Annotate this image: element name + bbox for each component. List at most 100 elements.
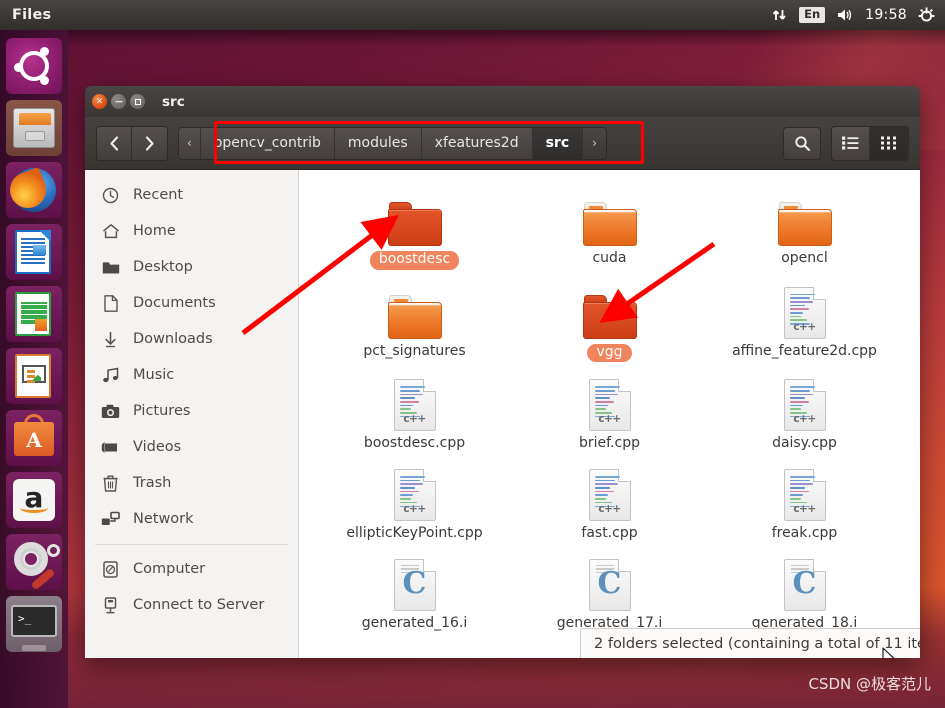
launcher-item-files[interactable] — [6, 100, 62, 156]
sidebar-label-videos: Videos — [133, 439, 182, 455]
file-label: cuda — [592, 250, 627, 266]
file-item-cuda[interactable]: cuda — [512, 184, 707, 270]
sidebar-item-recent[interactable]: Recent — [85, 177, 298, 213]
sidebar-item-documents[interactable]: Documents — [85, 285, 298, 321]
window-body: Recent Home Desktop Documents Downloads … — [85, 170, 920, 658]
breadcrumb-item-modules[interactable]: modules — [334, 127, 422, 159]
video-camera-icon — [101, 438, 120, 457]
file-item-boostdesc-cpp[interactable]: c++ boostdesc.cpp — [317, 369, 512, 452]
music-note-icon — [101, 366, 120, 385]
sidebar-item-desktop[interactable]: Desktop — [85, 249, 298, 285]
toolbar-right-group — [783, 125, 909, 161]
window-minimize-button[interactable] — [111, 94, 126, 109]
breadcrumb-item-src[interactable]: src — [532, 127, 584, 159]
sidebar-label-music: Music — [133, 367, 175, 383]
file-label: vgg — [587, 343, 632, 363]
launcher-item-amazon[interactable]: a — [6, 472, 62, 528]
network-up-down-icon[interactable] — [771, 7, 788, 24]
folder-icon — [775, 188, 835, 246]
launcher-item-ubuntu-dash[interactable] — [6, 38, 62, 94]
status-bar: 2 folders selected (containing a total o… — [580, 628, 920, 658]
keyboard-layout-indicator[interactable]: En — [799, 6, 826, 24]
panel-app-title[interactable]: Files — [12, 7, 51, 23]
cpp-file-icon: c++ — [580, 463, 640, 522]
launcher-item-ubuntu-software[interactable]: A — [6, 410, 62, 466]
file-label: generated_16.i — [361, 614, 468, 631]
breadcrumb-item-xfeatures2d[interactable]: xfeatures2d — [421, 127, 533, 159]
sidebar-item-downloads[interactable]: Downloads — [85, 321, 298, 357]
camera-icon — [101, 402, 120, 421]
launcher-item-libreoffice-writer[interactable] — [6, 224, 62, 280]
file-item-generated_17-i[interactable]: C generated_17.i — [512, 549, 707, 632]
file-label: boostdesc.cpp — [363, 435, 466, 452]
breadcrumb: ‹ opencv_contrib modules xfeatures2d src… — [178, 126, 607, 160]
file-item-freak-cpp[interactable]: c++ freak.cpp — [707, 459, 902, 542]
file-item-boostdesc[interactable]: boostdesc — [317, 184, 512, 270]
file-item-brief-cpp[interactable]: c++ brief.cpp — [512, 369, 707, 452]
sidebar-item-trash[interactable]: Trash — [85, 465, 298, 501]
top-panel: Files En 19:58 — [0, 0, 945, 30]
list-view-icon[interactable] — [832, 126, 870, 160]
breadcrumb-item-opencv_contrib[interactable]: opencv_contrib — [200, 127, 335, 159]
sidebar-item-connect-to-server[interactable]: Connect to Server — [85, 587, 298, 623]
cpp-file-icon: c++ — [385, 373, 445, 432]
window-close-button[interactable]: × — [92, 94, 107, 109]
sidebar-label-home: Home — [133, 223, 176, 239]
file-item-generated_16-i[interactable]: C generated_16.i — [317, 549, 512, 632]
sidebar-item-pictures[interactable]: Pictures — [85, 393, 298, 429]
clock-icon — [101, 186, 120, 205]
file-item-fast-cpp[interactable]: c++ fast.cpp — [512, 459, 707, 542]
cpp-file-icon: c++ — [385, 463, 445, 522]
file-label: freak.cpp — [771, 525, 838, 542]
file-item-generated_18-i[interactable]: C generated_18.i — [707, 549, 902, 632]
download-arrow-icon — [101, 330, 120, 349]
file-grid: boostdesc cuda opencl pct_signatures vgg… — [299, 170, 920, 631]
launcher-item-libreoffice-calc[interactable] — [6, 286, 62, 342]
search-icon[interactable] — [783, 126, 821, 160]
sidebar-item-videos[interactable]: Videos — [85, 429, 298, 465]
sidebar-item-network[interactable]: Network — [85, 501, 298, 537]
window-titlebar: × src — [85, 86, 920, 117]
cpp-file-icon: c++ — [580, 373, 640, 432]
power-gear-icon[interactable] — [918, 7, 935, 24]
file-label: brief.cpp — [579, 435, 640, 452]
launcher-item-terminal[interactable]: >_ — [6, 596, 62, 652]
sidebar-item-music[interactable]: Music — [85, 357, 298, 393]
panel-indicators: En 19:58 — [771, 6, 945, 24]
panel-clock[interactable]: 19:58 — [865, 7, 907, 23]
launcher-item-libreoffice-impress[interactable] — [6, 348, 62, 404]
launcher-item-system-settings[interactable] — [6, 534, 62, 590]
view-toggle-group — [831, 125, 909, 161]
file-item-ellipticKeyPoint-cpp[interactable]: c++ ellipticKeyPoint.cpp — [317, 459, 512, 542]
launcher-item-firefox[interactable] — [6, 162, 62, 218]
forward-button[interactable] — [132, 126, 167, 160]
folder-icon — [101, 258, 120, 277]
folder-icon-selected — [385, 188, 445, 246]
file-item-daisy-cpp[interactable]: c++ daisy.cpp — [707, 369, 902, 452]
window-toolbar: ‹ opencv_contrib modules xfeatures2d src… — [85, 117, 920, 170]
file-label: daisy.cpp — [772, 435, 837, 452]
file-item-pct_signatures[interactable]: pct_signatures — [317, 277, 512, 363]
file-label: fast.cpp — [581, 525, 638, 542]
sidebar-label-desktop: Desktop — [133, 259, 193, 275]
breadcrumb-prev-button[interactable]: ‹ — [179, 127, 201, 159]
sidebar-label-network: Network — [133, 511, 194, 527]
sidebar-item-computer[interactable]: Computer — [85, 551, 298, 587]
file-label: pct_signatures — [363, 342, 466, 359]
window-maximize-button[interactable] — [130, 94, 145, 109]
sidebar-label-computer: Computer — [133, 561, 206, 577]
back-button[interactable] — [97, 126, 132, 160]
sidebar-label-trash: Trash — [133, 475, 172, 491]
grid-view-icon[interactable] — [870, 126, 908, 160]
c-file-icon: C — [580, 553, 640, 611]
volume-icon[interactable] — [836, 7, 854, 23]
places-sidebar: Recent Home Desktop Documents Downloads … — [85, 170, 299, 658]
nav-buttons — [96, 125, 168, 161]
file-item-affine_feature2d-cpp[interactable]: c++ affine_feature2d.cpp — [707, 277, 902, 363]
file-item-vgg[interactable]: vgg — [512, 277, 707, 363]
file-item-opencl[interactable]: opencl — [707, 184, 902, 270]
file-grid-area[interactable]: boostdesc cuda opencl pct_signatures vgg… — [299, 170, 920, 658]
breadcrumb-next-button[interactable]: › — [583, 127, 606, 159]
window-title: src — [162, 93, 185, 110]
sidebar-item-home[interactable]: Home — [85, 213, 298, 249]
